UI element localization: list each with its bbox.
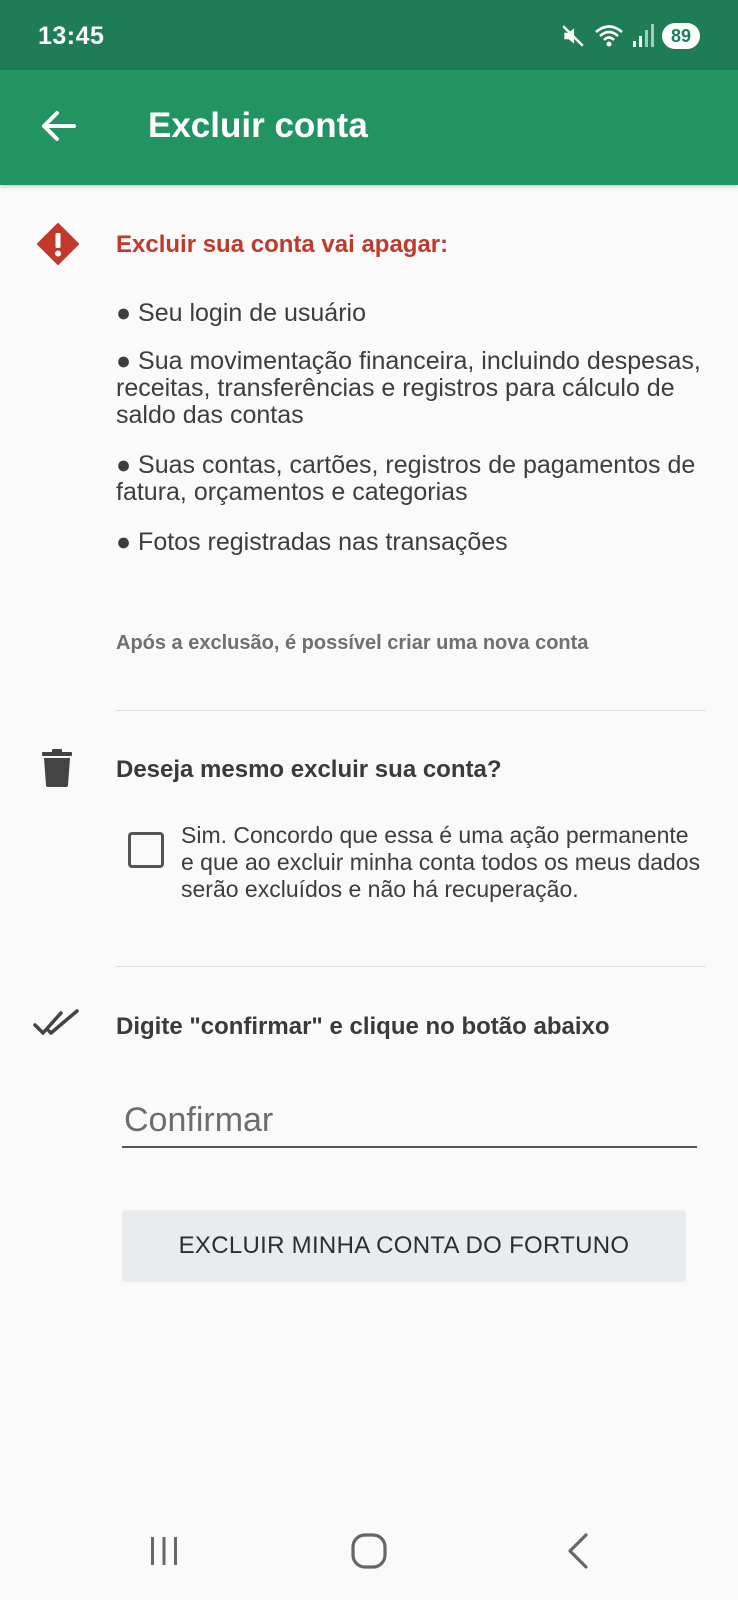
page-title: Excluir conta	[148, 106, 368, 145]
agree-checkbox-label[interactable]: Sim. Concordo que essa é uma ação perman…	[181, 822, 706, 903]
divider	[116, 966, 706, 967]
recreate-account-note: Após a exclusão, é possível criar uma no…	[116, 632, 589, 654]
back-button[interactable]	[30, 100, 86, 156]
list-item: ● Suas contas, cartões, registros de pag…	[116, 451, 696, 506]
deletion-items-list: ● Seu login de usuário ● Sua movimentaçã…	[116, 300, 716, 579]
app-bar: Excluir conta	[0, 70, 738, 185]
status-bar: 13:45 89	[0, 0, 738, 70]
battery-icon: 89	[661, 23, 700, 49]
recent-apps-icon	[148, 1536, 180, 1571]
type-confirm-instruction: Digite "confirmar" e clique no botão aba…	[116, 1013, 610, 1040]
double-check-icon	[33, 1009, 81, 1044]
wifi-icon	[594, 23, 624, 49]
confirm-input[interactable]	[122, 1095, 697, 1148]
list-item: ● Fotos registradas nas transações	[116, 528, 508, 556]
trash-icon	[42, 749, 72, 792]
recent-apps-button[interactable]	[134, 1528, 194, 1578]
warning-title: Excluir sua conta vai apagar:	[116, 231, 449, 258]
list-item: ● Sua movimentação financeira, incluindo…	[116, 347, 701, 429]
back-icon	[566, 1532, 590, 1574]
mute-icon	[560, 23, 586, 49]
list-item: ● Seu login de usuário	[116, 299, 366, 327]
agree-checkbox[interactable]	[128, 832, 164, 868]
confirm-question: Deseja mesmo excluir sua conta?	[116, 756, 502, 783]
status-icons: 89	[560, 22, 700, 50]
divider	[116, 710, 706, 711]
system-nav-bar	[0, 1506, 738, 1600]
home-button[interactable]	[339, 1528, 399, 1578]
arrow-left-icon	[39, 109, 77, 148]
home-icon	[351, 1532, 387, 1574]
status-time: 13:45	[38, 22, 105, 50]
delete-account-button[interactable]: EXCLUIR MINHA CONTA DO FORTUNO	[122, 1210, 686, 1282]
signal-icon	[632, 24, 654, 48]
warning-diamond-icon	[36, 222, 80, 271]
nav-back-button[interactable]	[548, 1528, 608, 1578]
